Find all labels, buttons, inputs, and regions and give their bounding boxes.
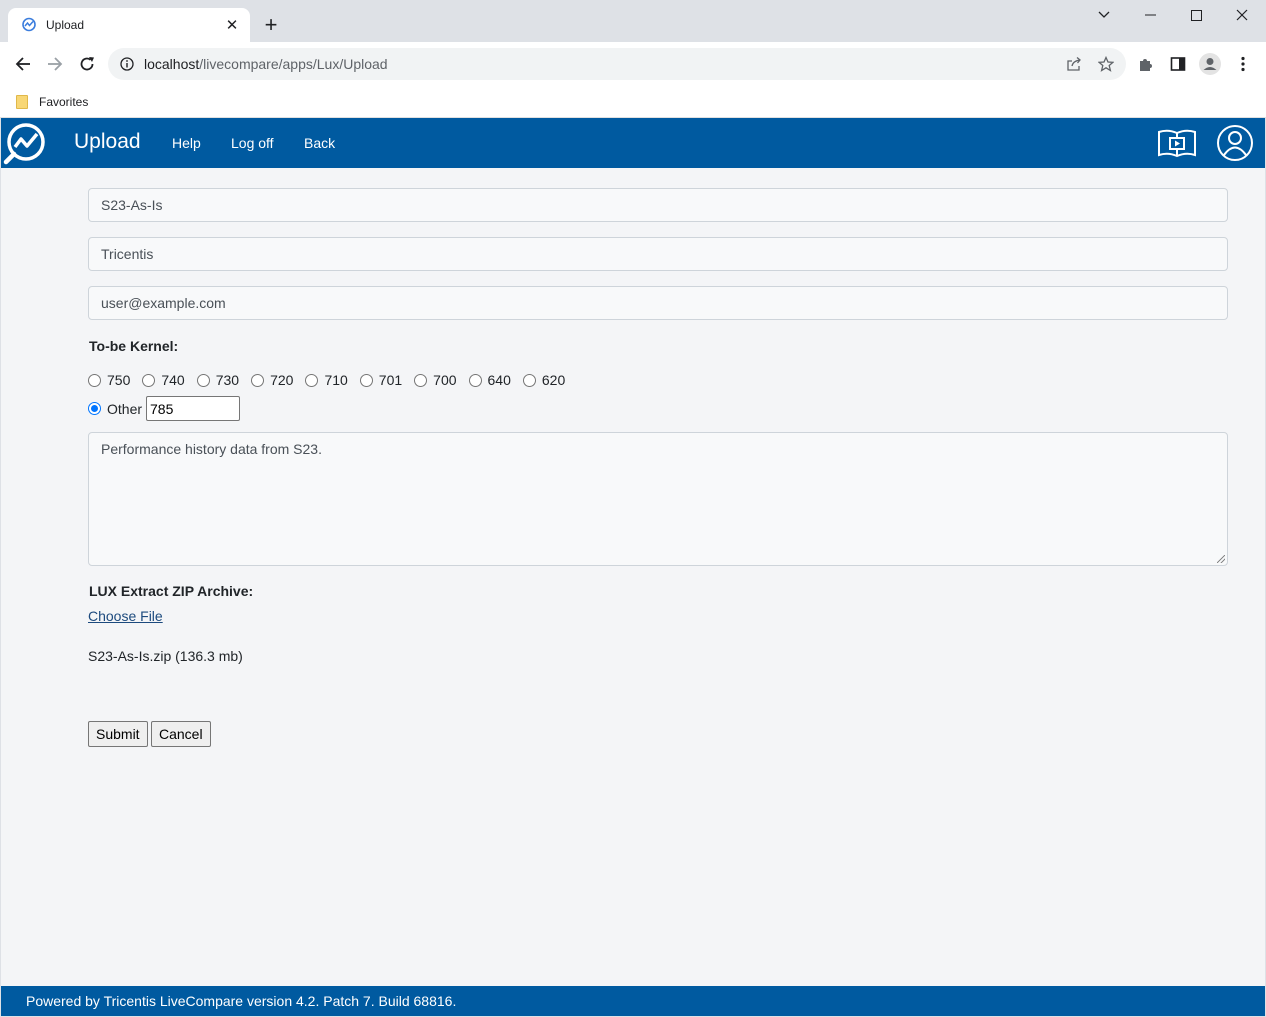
cancel-button[interactable]: Cancel bbox=[151, 721, 211, 747]
kernel-option-730[interactable]: 730 bbox=[196, 372, 240, 388]
radio-button[interactable] bbox=[251, 373, 265, 387]
kernel-option-label: 730 bbox=[215, 372, 240, 388]
kernel-other-input[interactable]: 785 bbox=[146, 396, 241, 421]
kernel-other-label: Other bbox=[107, 400, 143, 417]
description-text: Performance history data from S23. bbox=[101, 441, 322, 457]
bookmarks-bar: Favorites bbox=[0, 86, 1266, 118]
kernel-option-label: 640 bbox=[487, 372, 511, 388]
radio-button[interactable] bbox=[88, 373, 101, 387]
puzzle-icon[interactable] bbox=[1132, 50, 1160, 78]
bookmark-folder-label: Favorites bbox=[39, 95, 89, 109]
radio-button[interactable] bbox=[142, 373, 156, 387]
window-close-icon[interactable] bbox=[1219, 0, 1265, 30]
back-link[interactable]: Back bbox=[304, 135, 335, 151]
arrow-right-icon[interactable] bbox=[41, 50, 69, 78]
bookmark-folder-favorites[interactable]: Favorites bbox=[16, 91, 88, 113]
description-textarea[interactable]: Performance history data from S23. bbox=[88, 432, 1228, 566]
help-link[interactable]: Help bbox=[172, 135, 201, 151]
choose-file-button[interactable]: Choose File bbox=[88, 608, 163, 624]
kernel-option-620[interactable]: 620 bbox=[522, 372, 566, 388]
kernel-option-701[interactable]: 701 bbox=[359, 372, 403, 388]
chevron-down-icon[interactable] bbox=[1081, 0, 1127, 30]
kernel-option-label: 620 bbox=[541, 372, 566, 388]
plus-icon[interactable]: + bbox=[258, 12, 284, 38]
selected-file-info: S23-As-Is.zip (136.3 mb) bbox=[88, 648, 243, 664]
kernel-option-740[interactable]: 740 bbox=[142, 372, 185, 388]
kernel-option-700[interactable]: 700 bbox=[414, 372, 457, 388]
browser-toolbar: localhost/livecompare/apps/Lux/Upload bbox=[0, 42, 1266, 86]
radio-button[interactable] bbox=[196, 373, 210, 387]
logoff-link[interactable]: Log off bbox=[231, 135, 274, 151]
radio-button[interactable] bbox=[522, 373, 536, 387]
system-name-input[interactable]: S23-As-Is bbox=[88, 188, 1228, 222]
share-icon[interactable] bbox=[1064, 54, 1084, 74]
url-host: localhost bbox=[144, 56, 200, 72]
arrow-left-icon[interactable] bbox=[9, 50, 37, 78]
folder-icon bbox=[16, 95, 28, 109]
radio-button[interactable] bbox=[305, 373, 319, 387]
star-icon[interactable] bbox=[1096, 54, 1116, 74]
book-video-icon[interactable] bbox=[1157, 126, 1197, 160]
app-header: Upload Help Log off Back bbox=[1, 118, 1265, 168]
radio-button[interactable] bbox=[468, 373, 482, 387]
address-bar[interactable]: localhost/livecompare/apps/Lux/Upload bbox=[108, 48, 1126, 80]
kernel-option-label: 701 bbox=[378, 372, 403, 388]
radio-button-selected[interactable] bbox=[88, 402, 101, 415]
tab-title: Upload bbox=[46, 18, 85, 32]
reload-icon[interactable] bbox=[73, 50, 101, 78]
page-title: Upload bbox=[74, 130, 141, 153]
minimize-icon[interactable] bbox=[1127, 0, 1173, 30]
kernel-option-other[interactable]: Other bbox=[88, 401, 142, 417]
kernel-radio-group: 750 740 730 720 710 701 700 640 620 bbox=[88, 372, 577, 388]
user-icon[interactable] bbox=[1216, 124, 1254, 162]
close-icon[interactable]: ✕ bbox=[224, 17, 240, 34]
resize-handle[interactable] bbox=[1217, 555, 1225, 563]
email-input[interactable]: user@example.com bbox=[88, 286, 1228, 320]
kernel-option-label: 720 bbox=[270, 372, 294, 388]
footer-text: Powered by Tricentis LiveCompare version… bbox=[26, 993, 457, 1009]
livecompare-logo-icon bbox=[20, 16, 38, 34]
maximize-icon[interactable] bbox=[1173, 0, 1219, 30]
radio-button[interactable] bbox=[359, 373, 373, 387]
kernel-label: To-be Kernel: bbox=[89, 338, 179, 354]
side-panel-icon[interactable] bbox=[1164, 50, 1192, 78]
kernel-option-label: 700 bbox=[433, 372, 457, 388]
submit-button[interactable]: Submit bbox=[88, 721, 148, 747]
app-footer: Powered by Tricentis LiveCompare version… bbox=[1, 986, 1265, 1016]
tab-strip: Upload ✕ + bbox=[0, 0, 1266, 42]
app-page: Upload Help Log off Back S23-As-Is Trice… bbox=[1, 118, 1265, 1016]
kernel-option-720[interactable]: 720 bbox=[251, 372, 293, 388]
kernel-option-750[interactable]: 750 bbox=[88, 372, 130, 388]
kernel-option-640[interactable]: 640 bbox=[468, 372, 511, 388]
archive-label: LUX Extract ZIP Archive: bbox=[89, 583, 254, 599]
profile-icon[interactable] bbox=[1196, 50, 1224, 78]
kernel-option-710[interactable]: 710 bbox=[305, 372, 348, 388]
livecompare-logo-icon[interactable] bbox=[3, 121, 47, 165]
kernel-option-label: 750 bbox=[107, 372, 131, 388]
browser-tab[interactable]: Upload ✕ bbox=[8, 8, 250, 42]
kernel-option-label: 740 bbox=[161, 372, 185, 388]
radio-button[interactable] bbox=[414, 373, 428, 387]
kernel-option-label: 710 bbox=[324, 372, 348, 388]
url-text: localhost/livecompare/apps/Lux/Upload bbox=[144, 56, 388, 72]
kernel-other-row: Other 785 bbox=[88, 396, 241, 421]
url-path: /livecompare/apps/Lux/Upload bbox=[199, 56, 388, 72]
company-input[interactable]: Tricentis bbox=[88, 237, 1228, 271]
kebab-menu-icon[interactable] bbox=[1229, 50, 1257, 78]
info-icon[interactable] bbox=[120, 57, 134, 71]
